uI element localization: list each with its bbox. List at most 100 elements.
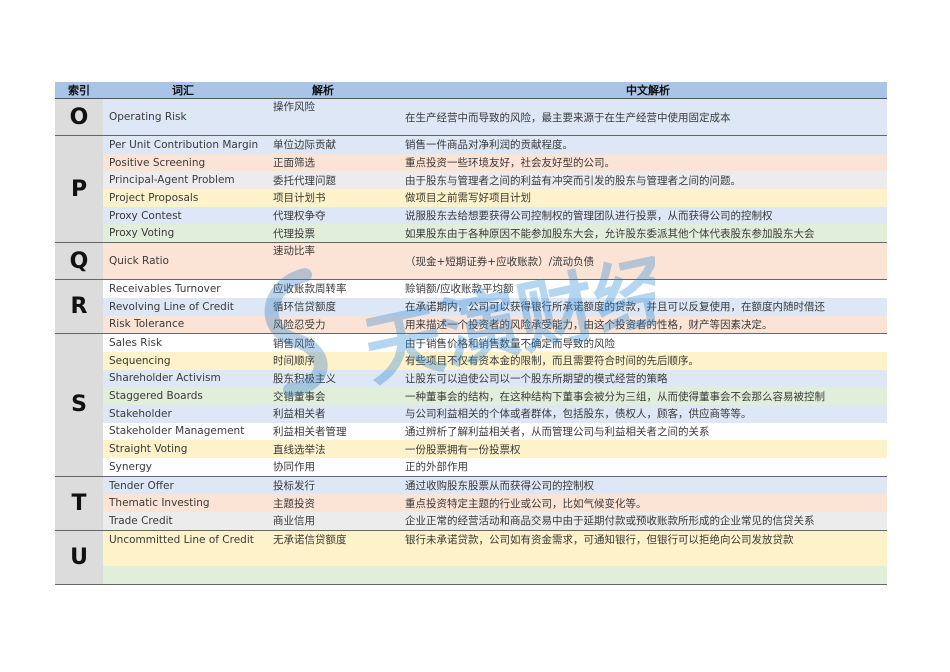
analysis-cell: 股东积极主义 <box>263 369 383 388</box>
term-cell: Per Unit Contribution Margin <box>103 134 263 154</box>
analysis-cell: 交错董事会 <box>263 387 383 405</box>
term-cell: Quick Ratio <box>103 242 263 280</box>
term-cell: Trade Credit <box>103 512 263 531</box>
table-row: R Receivables Turnover 应收账款周转率 赊销额/应收账款平均额 <box>55 279 887 335</box>
index-letter: U <box>55 530 103 585</box>
term-cell: Revolving Line of Credit <box>103 297 263 316</box>
glossary-page: 索引 词汇 解析 中文解析 O Operating Risk 操作风险 在生产经营中而… <box>55 82 887 585</box>
table-row: Thematic Investing 主题投资 重点投资特定主题的行业或公司，比如气… <box>55 494 887 513</box>
chinese-analysis-cell: 与公司利益相关的个体或者群体，包括股东，债权人，顾客，供应商等等。 <box>383 404 887 423</box>
chinese-analysis-cell: 由于股东与管理者之间的利益有冲突而引发的股东与管理者之间的问题。 <box>383 171 887 190</box>
chinese-analysis-cell: 做项目之前需写好项目计划 <box>383 189 887 207</box>
chinese-analysis-cell <box>383 566 887 585</box>
analysis-cell: 时间顺序 <box>263 351 383 370</box>
analysis-cell: 无承诺信贷额度 <box>263 529 383 549</box>
term-cell: Uncommitted Line of Credit <box>103 529 263 549</box>
term-cell: Operating Risk <box>103 98 263 136</box>
index-letter: R <box>55 279 103 335</box>
table-row: Proxy Contest 代理权争夺 说服股东去给想要获得公司控制权的管理团队进行… <box>55 206 887 225</box>
header-index: 索引 <box>55 82 103 99</box>
analysis-cell: 速动比率 <box>263 242 383 280</box>
chinese-analysis-cell: 赊销额/应收账款平均额 <box>383 279 887 298</box>
index-letter: P <box>55 135 103 244</box>
table-row: Revolving Line of Credit 循环信贷额度 在承诺期内，公司可以… <box>55 297 887 316</box>
chinese-analysis-cell: 由于销售价格和销售数量不确定而导致的风险 <box>383 333 887 352</box>
index-letter: O <box>55 98 103 136</box>
term-cell: Sequencing <box>103 351 263 370</box>
analysis-cell: 代理权争夺 <box>263 206 383 225</box>
table-row: Straight Voting 直线选举法 一份股票拥有一份投票权 <box>55 440 887 458</box>
analysis-cell: 操作风险 <box>263 98 383 136</box>
analysis-cell: 循环信贷额度 <box>263 297 383 316</box>
chinese-analysis-cell: 让股东可以迫使公司以一个股东所期望的模式经营的策略 <box>383 369 887 388</box>
term-cell <box>103 548 263 567</box>
term-cell: Project Proposals <box>103 189 263 207</box>
chinese-analysis-cell: （现金+短期证券+应收账款）/流动负债 <box>383 242 887 280</box>
analysis-cell: 委托代理问题 <box>263 171 383 190</box>
chinese-analysis-cell: 在生产经营中而导致的风险，最主要来源于在生产经营中使用固定成本 <box>383 98 887 136</box>
table-row <box>55 548 887 567</box>
analysis-cell: 利益相关者管理 <box>263 422 383 441</box>
analysis-cell: 应收账款周转率 <box>263 279 383 298</box>
chinese-analysis-cell: 正的外部作用 <box>383 458 887 477</box>
analysis-cell: 风险忍受力 <box>263 315 383 334</box>
header-chinese-analysis: 中文解析 <box>383 82 887 99</box>
glossary-table: 索引 词汇 解析 中文解析 O Operating Risk 操作风险 在生产经营中而… <box>55 82 887 585</box>
chinese-analysis-cell: 银行未承诺贷款，公司如有资金需求，可通知银行，但银行可以拒绝向公司发放贷款 <box>383 529 887 549</box>
table-row: O Operating Risk 操作风险 在生产经营中而导致的风险，最主要来源于在生… <box>55 98 887 136</box>
index-letter: T <box>55 476 103 531</box>
table-row: P Per Unit Contribution Margin 单位边际贡献 销售一件商… <box>55 134 887 244</box>
table-row: Q Quick Ratio 速动比率 （现金+短期证券+应收账款）/流动负债 <box>55 242 887 281</box>
analysis-cell: 利益相关者 <box>263 404 383 423</box>
term-cell: Synergy <box>103 458 263 477</box>
term-cell: Positive Screening <box>103 153 263 172</box>
table-row <box>55 566 887 585</box>
chinese-analysis-cell: 销售一件商品对净利润的贡献程度。 <box>383 134 887 154</box>
analysis-cell: 协同作用 <box>263 458 383 477</box>
table-row: Stakeholder 利益相关者 与公司利益相关的个体或者群体，包括股东，债权人，… <box>55 404 887 423</box>
analysis-cell: 直线选举法 <box>263 440 383 458</box>
index-letter: Q <box>55 242 103 281</box>
chinese-analysis-cell: 一种董事会的结构，在这种结构下董事会被分为三组，从而使得董事会不会那么容易被控制 <box>383 387 887 405</box>
chinese-analysis-cell: 一份股票拥有一份投票权 <box>383 440 887 458</box>
chinese-analysis-cell: 通过辨析了解利益相关者，从而管理公司与利益相关者之间的关系 <box>383 422 887 441</box>
table-row: Stakeholder Management 利益相关者管理 通过辨析了解利益相关者… <box>55 422 887 441</box>
chinese-analysis-cell: 重点投资特定主题的行业或公司，比如气候变化等。 <box>383 494 887 513</box>
analysis-cell: 项目计划书 <box>263 189 383 207</box>
term-cell: Tender Offer <box>103 475 263 495</box>
analysis-cell <box>263 548 383 567</box>
table-row: Trade Credit 商业信用 企业正常的经营活动和商品交易中由于延期付款或预收… <box>55 512 887 531</box>
table-row: U Uncommitted Line of Credit 无承诺信贷额度 银行未承诺贷… <box>55 529 887 585</box>
table-row: Project Proposals 项目计划书 做项目之前需写好项目计划 <box>55 189 887 207</box>
analysis-cell: 代理投票 <box>263 224 383 243</box>
term-cell: Staggered Boards <box>103 387 263 405</box>
index-letter: S <box>55 333 103 477</box>
chinese-analysis-cell: 有些项目不仅有资本金的限制，而且需要符合时间的先后顺序。 <box>383 351 887 370</box>
header-analysis: 解析 <box>263 82 383 99</box>
table-row: Principal-Agent Problem 委托代理问题 由于股东与管理者之间的… <box>55 171 887 190</box>
table-row: Positive Screening 正面筛选 重点投资一些环境友好，社会友好型的公… <box>55 153 887 172</box>
glossary-body: O Operating Risk 操作风险 在生产经营中而导致的风险，最主要来源于在生… <box>55 98 887 585</box>
analysis-cell: 投标发行 <box>263 475 383 495</box>
term-cell: Sales Risk <box>103 333 263 352</box>
table-row: Sequencing 时间顺序 有些项目不仅有资本金的限制，而且需要符合时间的先后顺… <box>55 351 887 370</box>
chinese-analysis-cell: 用来描述一个投资者的风险承受能力，由这个投资者的性格，财产等因素决定。 <box>383 315 887 334</box>
term-cell: Straight Voting <box>103 440 263 458</box>
table-row: Risk Tolerance 风险忍受力 用来描述一个投资者的风险承受能力，由这个投… <box>55 315 887 334</box>
header-row: 索引 词汇 解析 中文解析 <box>55 82 887 99</box>
chinese-analysis-cell: 如果股东由于各种原因不能参加股东大会，允许股东委派其他个体代表股东参加股东大会 <box>383 224 887 243</box>
table-row: S Sales Risk 销售风险 由于销售价格和销售数量不确定而导致的风险 <box>55 333 887 477</box>
table-row: Proxy Voting 代理投票 如果股东由于各种原因不能参加股东大会，允许股东委… <box>55 224 887 243</box>
analysis-cell: 单位边际贡献 <box>263 134 383 154</box>
chinese-analysis-cell: 在承诺期内，公司可以获得银行所承诺额度的贷款，并且可以反复使用，在额度内随时借还 <box>383 297 887 316</box>
term-cell: Proxy Contest <box>103 206 263 225</box>
term-cell <box>103 566 263 585</box>
term-cell: Proxy Voting <box>103 224 263 243</box>
chinese-analysis-cell <box>383 548 887 567</box>
term-cell: Stakeholder <box>103 404 263 423</box>
analysis-cell: 商业信用 <box>263 512 383 531</box>
chinese-analysis-cell: 说服股东去给想要获得公司控制权的管理团队进行投票，从而获得公司的控制权 <box>383 206 887 225</box>
chinese-analysis-cell: 企业正常的经营活动和商品交易中由于延期付款或预收账款所形成的企业常见的信贷关系 <box>383 512 887 531</box>
table-row: Staggered Boards 交错董事会 一种董事会的结构，在这种结构下董事会被… <box>55 387 887 405</box>
analysis-cell: 销售风险 <box>263 333 383 352</box>
